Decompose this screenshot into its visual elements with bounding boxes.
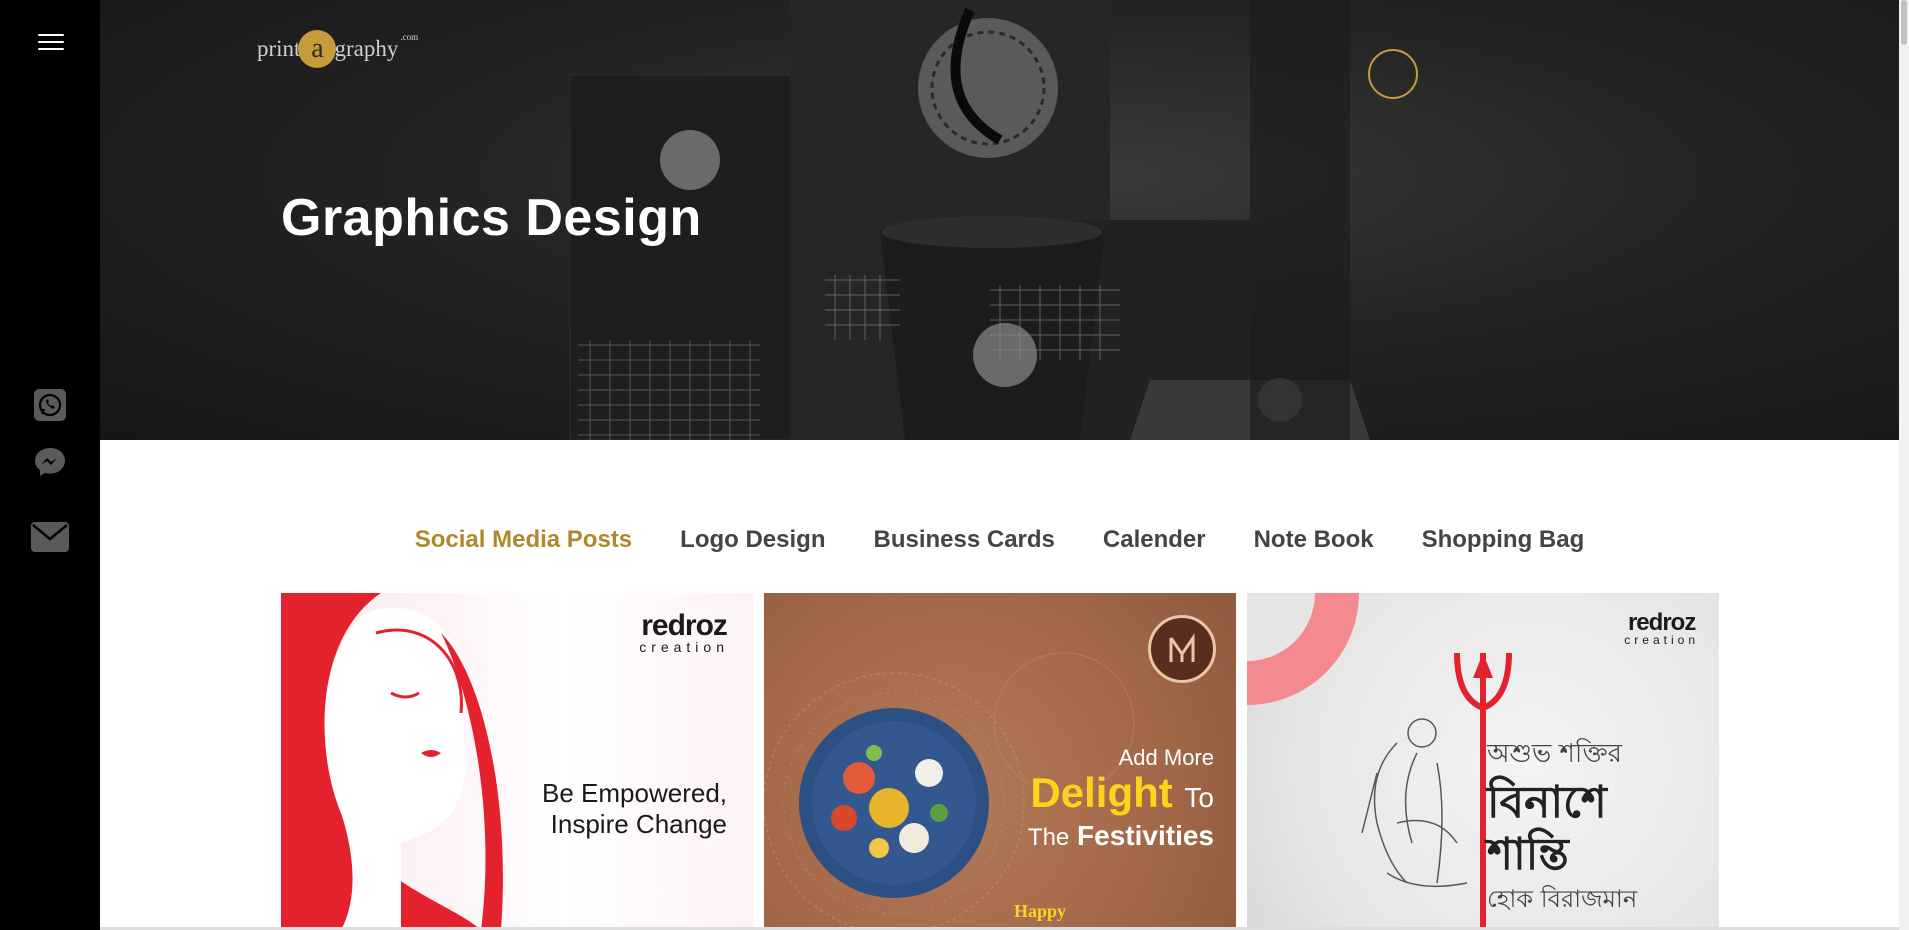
messenger-icon[interactable]	[30, 442, 70, 482]
card3-brand-sub: creation	[1624, 633, 1699, 647]
tab-calender[interactable]: Calender	[1103, 526, 1206, 554]
portfolio-card-bengali[interactable]: redroz creation অশুভ শক্তির বিনাশে শান্ত…	[1247, 593, 1719, 930]
card2-brand-badge	[1148, 615, 1216, 683]
category-tabs: Social Media Posts Logo Design Business …	[0, 526, 1899, 554]
logo-text-graphy: graphy	[334, 36, 399, 61]
card3-bn4: হোক বিরাজমান	[1487, 885, 1638, 913]
tab-note-book[interactable]: Note Book	[1254, 526, 1374, 554]
cursor-ring	[1368, 49, 1418, 99]
scrollbar-thumb[interactable]	[1901, 0, 1907, 45]
card2-to: To	[1184, 782, 1214, 813]
hamburger-menu-icon[interactable]	[38, 34, 64, 52]
portfolio-card-festivities[interactable]: Add More Delight To The Festivities Happ…	[764, 593, 1236, 930]
tab-logo-design[interactable]: Logo Design	[680, 526, 825, 554]
logo-a-mark: a	[298, 30, 337, 68]
card1-line1: Be Empowered,	[542, 778, 727, 808]
card2-delight-line: Delight To	[1028, 771, 1214, 820]
card3-bn3: শান্তি	[1487, 829, 1569, 880]
woman-illustration	[281, 593, 503, 930]
logo-text-print: print	[257, 36, 301, 61]
card3-bn2: বিনাশে	[1487, 777, 1607, 828]
card2-fest: Festivities	[1077, 820, 1214, 851]
card2-big: Delight	[1030, 769, 1173, 816]
whatsapp-icon[interactable]	[30, 385, 70, 425]
card1-text: Be Empowered, Inspire Change	[542, 778, 727, 840]
card2-the: The	[1027, 824, 1070, 851]
card2-happy: Happy	[1014, 901, 1067, 921]
card2-text: Add More Delight To The Festivities	[1028, 745, 1214, 854]
card1-brand: redroz creation	[639, 609, 729, 655]
card2-fest-line: The Festivities	[1028, 820, 1214, 854]
left-sidebar	[0, 0, 100, 930]
page-scrollbar[interactable]	[1899, 0, 1909, 930]
card1-line2: Inspire Change	[550, 809, 727, 839]
card3-bn1: অশুভ শক্তির	[1487, 739, 1622, 769]
tab-shopping-bag[interactable]: Shopping Bag	[1422, 526, 1585, 554]
card1-brand-name: redroz	[641, 609, 728, 642]
portfolio-card-empowered[interactable]: redroz creation Be Empowered, Inspire Ch…	[281, 593, 753, 930]
page-title: Graphics Design	[281, 189, 702, 247]
tab-social-media-posts[interactable]: Social Media Posts	[415, 526, 632, 554]
hero-banner: print a graphy .com Graphics Design	[100, 0, 1899, 440]
site-logo[interactable]: print a graphy .com	[257, 24, 418, 74]
tab-business-cards[interactable]: Business Cards	[873, 526, 1054, 554]
card2-pre: Add More	[1118, 745, 1214, 770]
card1-brand-sub: creation	[639, 639, 729, 655]
card3-text: অশুভ শক্তির বিনাশে শান্তি হোক বিরাজমান	[1487, 733, 1637, 921]
card3-brand: redroz creation	[1624, 609, 1699, 647]
logo-suffix: .com	[400, 32, 419, 42]
